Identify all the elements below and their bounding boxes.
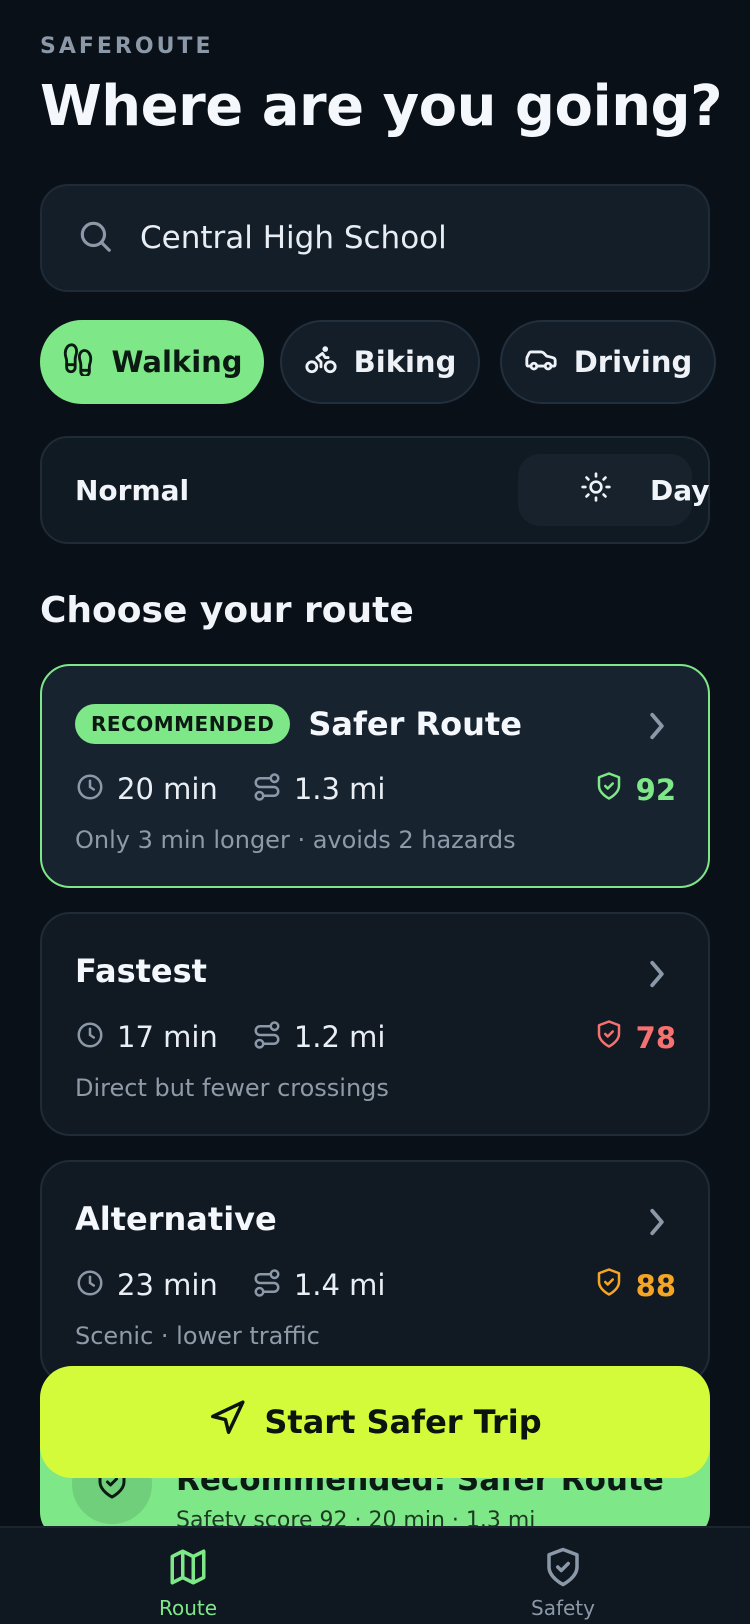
route-card-fastest[interactable]: Fastest 17 min 1.2 mi 78 Direct but fewe… [40,912,710,1136]
tab-route[interactable]: Route [113,1546,263,1620]
route-description: Direct but fewer crossings [75,1074,389,1102]
tab-label: Safety [531,1596,595,1620]
route-distance: 1.3 mi [293,772,386,806]
route-description: Only 3 min longer · avoids 2 hazards [75,826,516,854]
mode-label: Walking [111,345,243,379]
clock-icon [75,772,105,806]
route-distance: 1.4 mi [293,1268,386,1302]
footprints-icon [61,342,111,383]
search-icon [76,217,114,259]
start-trip-label: Start Safer Trip [264,1403,542,1441]
tab-safety[interactable]: Safety [488,1546,638,1620]
page-title: Where are you going? [40,74,723,139]
conditions-panel: Normal Day [40,436,710,544]
clock-icon [75,1268,105,1302]
safety-score: 88 [594,1266,676,1305]
sun-icon [580,471,612,510]
shield-check-icon [488,1546,638,1588]
tab-label: Route [158,1596,218,1620]
navigation-arrow-icon [208,1399,264,1445]
safety-score: 78 [594,1018,676,1057]
safety-score-value: 92 [635,772,676,807]
bike-icon [304,342,354,383]
route-time: 17 min [117,1020,218,1054]
car-icon [524,342,574,383]
conditions-label: Normal [75,474,190,507]
clock-icon [75,1020,105,1054]
route-time: 20 min [117,772,218,806]
route-time: 23 min [117,1268,218,1302]
mode-label: Driving [573,345,693,379]
search-input[interactable] [140,220,680,256]
route-name: Safer Route [308,705,522,743]
start-trip-button[interactable]: Start Safer Trip [40,1366,710,1478]
mode-label: Biking [353,345,457,379]
safety-score-value: 78 [635,1020,676,1055]
route-distance: 1.2 mi [293,1020,386,1054]
safety-score-value: 88 [635,1268,676,1303]
shield-check-icon [594,770,636,809]
recommended-badge: RECOMMENDED [75,704,291,744]
route-card-safer[interactable]: RECOMMENDED Safer Route 20 min 1.3 mi 92… [40,664,710,888]
route-card-alternative[interactable]: Alternative 23 min 1.4 mi 88 Scenic · lo… [40,1160,710,1384]
mode-biking-button[interactable]: Biking [280,320,480,404]
mode-walking-button[interactable]: Walking [40,320,264,404]
route-distance-icon [252,1020,282,1054]
map-icon [113,1546,263,1588]
route-name: Fastest [75,952,207,990]
shield-check-icon [594,1266,636,1305]
bottom-tab-bar: Route Safety [0,1526,750,1624]
time-of-day-toggle[interactable]: Day [518,454,710,526]
mode-driving-button[interactable]: Driving [500,320,716,404]
route-distance-icon [252,772,282,806]
safety-score: 92 [594,770,676,809]
route-name: Alternative [75,1200,277,1238]
shield-check-icon [594,1018,636,1057]
search-bar[interactable] [40,184,710,292]
brand-label: SAFEROUTE [40,34,214,59]
route-distance-icon [252,1268,282,1302]
routes-section-title: Choose your route [40,590,414,631]
route-description: Scenic · lower traffic [75,1322,320,1350]
time-of-day-label: Day [650,473,710,507]
